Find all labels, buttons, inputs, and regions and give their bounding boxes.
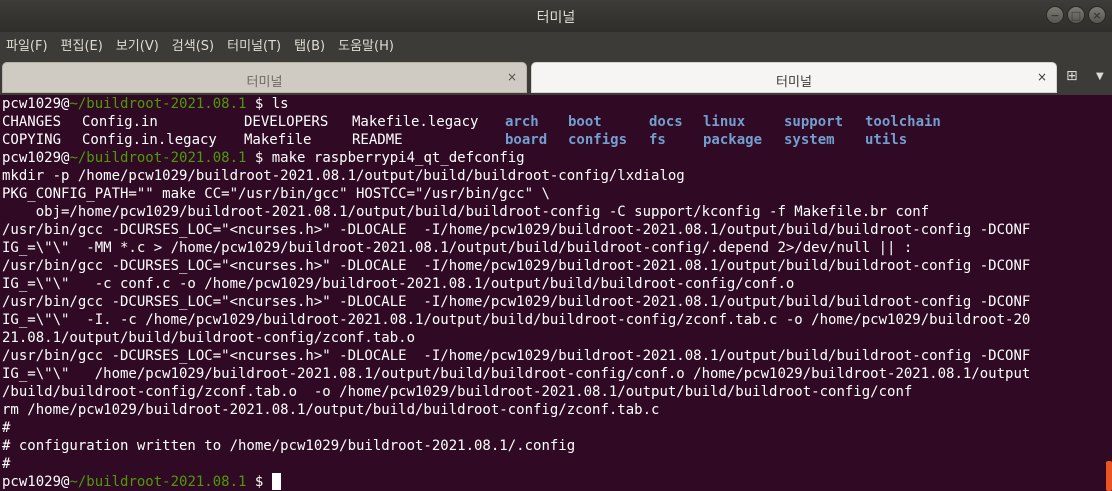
ls-file: Makefile (244, 132, 312, 148)
chevron-down-icon[interactable]: ▼ (1096, 71, 1104, 82)
tab-terminal-2[interactable]: 터미널 × (531, 62, 1057, 93)
output-line: PKG_CONFIG_PATH="" make CC="/usr/bin/gcc… (2, 186, 550, 202)
prompt-symbol: $ (246, 150, 272, 166)
ls-file: Config.in (82, 114, 158, 130)
close-window-button[interactable]: × (1088, 6, 1106, 24)
ls-dir: arch (505, 114, 539, 130)
new-tab-icon[interactable]: ⊞ (1066, 68, 1078, 84)
output-line: # (2, 456, 11, 472)
output-line: IG_=\"\" /home/pcw1029/buildroot-2021.08… (2, 366, 1031, 382)
command-text: make raspberrypi4_qt_defconfig (271, 150, 525, 166)
output-line: # (2, 420, 11, 436)
menu-view[interactable]: 보기(V) (110, 32, 165, 61)
ls-dir: utils (865, 132, 908, 148)
command-text: ls (271, 96, 289, 112)
output-line: /usr/bin/gcc -DCURSES_LOC="<ncurses.h>" … (2, 222, 1031, 238)
ls-row: CHANGES Config.in DEVELOPERS Makefile.le… (2, 113, 1002, 131)
output-line: IG_=\"\" -c conf.c -o /home/pcw1029/buil… (2, 276, 795, 292)
prompt-symbol: $ (246, 96, 272, 112)
output-line: # configuration written to /home/pcw1029… (2, 438, 576, 454)
maximize-button[interactable]: □ (1067, 6, 1085, 24)
output-line: IG_=\"\" -MM *.c > /home/pcw1029/buildro… (2, 240, 913, 256)
ls-file: README (352, 132, 403, 148)
menu-help[interactable]: 도움말(H) (332, 32, 400, 61)
ls-file: Makefile.legacy (352, 114, 479, 130)
output-line: rm /home/pcw1029/buildroot-2021.08.1/out… (2, 402, 660, 418)
tab-close-icon[interactable]: × (507, 70, 517, 84)
output-line: /usr/bin/gcc -DCURSES_LOC="<ncurses.h>" … (2, 348, 1031, 364)
ls-dir: system (784, 132, 835, 148)
ls-dir: support (784, 114, 844, 130)
menu-search[interactable]: 검색(S) (166, 32, 220, 61)
output-line: mkdir -p /home/pcw1029/buildroot-2021.08… (2, 168, 685, 184)
menu-edit[interactable]: 편집(E) (55, 32, 109, 61)
ls-dir: linux (703, 114, 746, 130)
ls-dir: boot (568, 114, 602, 130)
prompt-path: ~/buildroot-2021.08.1 (69, 150, 247, 166)
ls-dir: docs (649, 114, 683, 130)
ls-dir: configs (568, 132, 628, 148)
window-controls: − □ × (1046, 6, 1106, 24)
output-line: 21.08.1/output/build/buildroot-config/zc… (2, 330, 416, 346)
window-title: 터미널 (536, 10, 576, 26)
terminal-line: pcw1029@~/buildroot-2021.08.1 $ ls (2, 95, 289, 113)
output-line: IG_=\"\" -I. -c /home/pcw1029/buildroot-… (2, 312, 1031, 328)
prompt-user: pcw1029@ (2, 150, 70, 166)
output-line: /usr/bin/gcc -DCURSES_LOC="<ncurses.h>" … (2, 294, 1031, 310)
scrollbar-thumb[interactable] (1106, 461, 1112, 491)
tab-label: 터미널 (246, 75, 283, 90)
minimize-button[interactable]: − (1046, 6, 1064, 24)
tab-close-icon[interactable]: × (1037, 70, 1047, 84)
ls-dir: toolchain (865, 114, 941, 130)
ls-file: DEVELOPERS (244, 114, 329, 130)
terminal-line: pcw1029@~/buildroot-2021.08.1 $ (2, 473, 281, 491)
ls-file: CHANGES (2, 114, 62, 130)
ls-file: COPYING (2, 132, 62, 148)
ls-dir: fs (649, 132, 666, 148)
prompt-user: pcw1029@ (2, 96, 70, 112)
terminal-window: 터미널 − □ × 파일(F) 편집(E) 보기(V) 검색(S) 터미널(T)… (0, 0, 1112, 491)
menu-bar: 파일(F) 편집(E) 보기(V) 검색(S) 터미널(T) 탭(B) 도움말(… (0, 32, 1112, 61)
tab-bar: 터미널 × 터미널 × ⊞ ▼ (0, 61, 1112, 95)
output-line: obj=/home/pcw1029/buildroot-2021.08.1/ou… (2, 204, 930, 220)
ls-file: Config.in.legacy (82, 132, 217, 148)
prompt-path: ~/buildroot-2021.08.1 (69, 474, 247, 490)
ls-row: COPYING Config.in.legacy Makefile README… (2, 131, 1002, 149)
output-line: /usr/bin/gcc -DCURSES_LOC="<ncurses.h>" … (2, 258, 1031, 274)
output-line: /build/buildroot-config/zconf.tab.o -o /… (2, 384, 913, 400)
ls-dir: board (505, 132, 548, 148)
menu-terminal[interactable]: 터미널(T) (221, 32, 287, 61)
tab-label: 터미널 (776, 75, 812, 90)
terminal-line: pcw1029@~/buildroot-2021.08.1 $ make ras… (2, 149, 525, 167)
tab-terminal-1[interactable]: 터미널 × (2, 62, 527, 93)
title-bar[interactable]: 터미널 − □ × (0, 0, 1112, 32)
prompt-symbol: $ (246, 474, 272, 490)
text-cursor (271, 473, 281, 490)
prompt-path: ~/buildroot-2021.08.1 (69, 96, 247, 112)
menu-tabs[interactable]: 탭(B) (288, 32, 331, 61)
menu-file[interactable]: 파일(F) (0, 32, 54, 61)
prompt-user: pcw1029@ (2, 474, 70, 490)
terminal-output[interactable]: pcw1029@~/buildroot-2021.08.1 $ ls CHANG… (0, 95, 1104, 491)
ls-dir: package (703, 132, 763, 148)
